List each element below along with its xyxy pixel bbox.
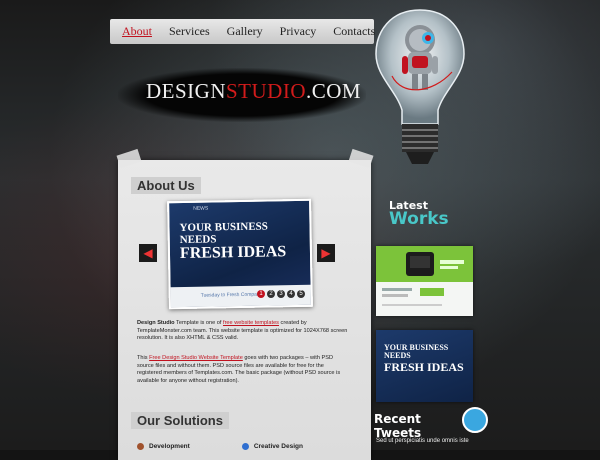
lightbulb-robot-illustration (375, 9, 465, 164)
paragraph-text: This (137, 355, 150, 361)
nav-item-services[interactable]: Services (169, 24, 210, 39)
slider-prev-button[interactable]: ◀ (139, 244, 157, 262)
slide-headline: YOUR BUSINESS NEEDS FRESH IDEAS (179, 221, 302, 263)
slider-page-3[interactable]: 3 (277, 290, 285, 298)
latest-works-line2: Works (389, 209, 449, 229)
tweet-text: Sed ut perspiciatis unde omnis iste (376, 438, 469, 444)
paragraph-text: Template is one of (174, 320, 224, 326)
development-icon (137, 443, 144, 450)
slider-page-5[interactable]: 5 (297, 290, 305, 298)
top-nav: About Services Gallery Privacy Contacts (110, 19, 375, 44)
solution-label: Creative Design (253, 443, 303, 451)
design-studio-template-link[interactable]: Free Design Studio Website Template (149, 355, 243, 361)
solution-label: Development (149, 443, 190, 451)
about-heading: About Us (131, 177, 201, 194)
right-arrow-icon: ▶ (321, 246, 331, 260)
nav-item-gallery[interactable]: Gallery (227, 24, 263, 39)
thumb-headline-line1: YOUR BUSINESS NEEDS (384, 343, 449, 361)
recent-tweets-heading: Recent Tweets (374, 412, 422, 440)
nav-item-contacts[interactable]: Contacts (333, 24, 375, 39)
twitter-bird-icon[interactable] (462, 407, 488, 433)
work-thumbnail-2[interactable]: YOUR BUSINESS NEEDS FRESH IDEAS (376, 330, 473, 402)
nav-item-privacy[interactable]: Privacy (280, 24, 317, 39)
slider-next-button[interactable]: ▶ (317, 244, 335, 262)
thumb-headline: YOUR BUSINESS NEEDS FRESH IDEAS (384, 343, 473, 374)
slider-page-1[interactable]: 1 (257, 290, 265, 298)
solutions-heading: Our Solutions (131, 412, 229, 429)
nav-item-about[interactable]: About (122, 24, 152, 39)
work-thumbnail-1-image (376, 246, 473, 316)
free-templates-link[interactable]: free website templates (223, 320, 279, 326)
solutions-list: Development Creative Design (137, 443, 303, 450)
about-paragraph-1: Design Studio Template is one of free we… (137, 320, 349, 343)
slide-headline-line2: FRESH IDEAS (179, 243, 287, 263)
slider-pagination: 1 2 3 4 5 (257, 290, 305, 298)
work-thumbnail-1[interactable] (376, 246, 473, 316)
work-thumbnail-2-image: YOUR BUSINESS NEEDS FRESH IDEAS (376, 330, 473, 402)
slider-page-2[interactable]: 2 (267, 290, 275, 298)
solution-item-development[interactable]: Development (137, 443, 190, 450)
logo-part-design: DESIGN (146, 79, 226, 103)
latest-works-heading: Latest Works (389, 200, 449, 228)
site-logo[interactable]: DESIGNSTUDIO.COM (146, 79, 361, 104)
creative-design-icon (241, 443, 249, 450)
slide-news-label: NEWS (193, 205, 209, 212)
paragraph-strong: Design Studio (137, 320, 175, 326)
left-arrow-icon: ◀ (143, 246, 153, 260)
logo-part-com: .COM (306, 79, 362, 103)
slider-page-4[interactable]: 4 (287, 290, 295, 298)
about-paragraph-2: This Free Design Studio Website Template… (137, 355, 349, 385)
logo-part-studio: STUDIO (226, 79, 306, 103)
solution-item-creative-design[interactable]: Creative Design (241, 443, 303, 451)
slide-footer-text: Tuesday to Fresh Company! (200, 291, 264, 299)
thumb-headline-line2: FRESH IDEAS (384, 359, 464, 374)
